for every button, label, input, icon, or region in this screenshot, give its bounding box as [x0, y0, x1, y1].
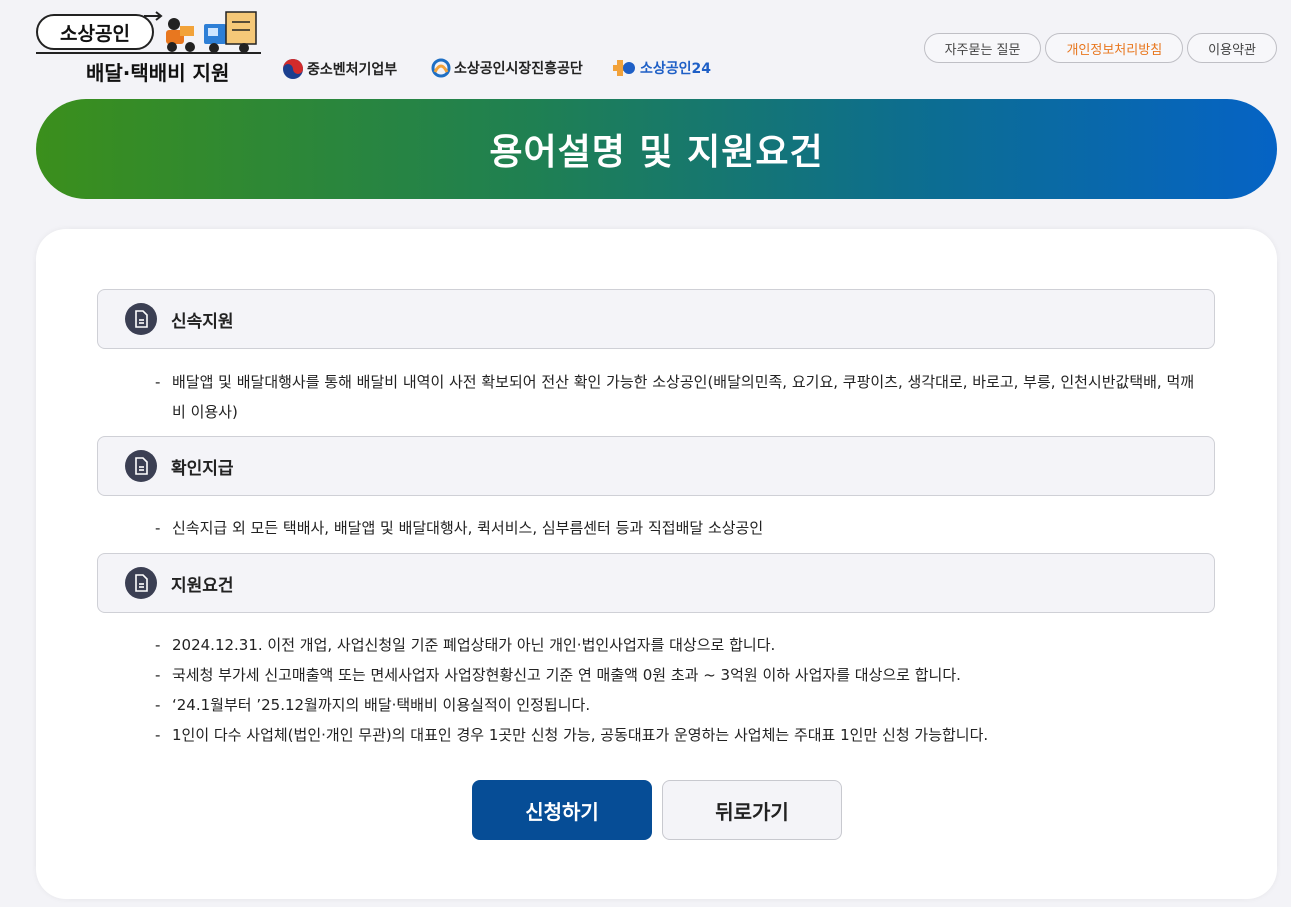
- list-item: - 배달앱 및 배달대행사를 통해 배달비 내역이 사전 확보되어 전산 확인 가…: [155, 367, 1195, 427]
- section-title: 신속지원: [171, 311, 234, 332]
- list-item: - ‘24.1월부터 ’25.12월까지의 배달·택배비 이용실적이 인정됩니다.: [155, 690, 1195, 720]
- faq-link[interactable]: 자주묻는 질문: [923, 33, 1042, 63]
- section-list-quick-support: - 배달앱 및 배달대행사를 통해 배달비 내역이 사전 확보되어 전산 확인 가…: [155, 367, 1195, 427]
- list-item-text: ‘24.1월부터 ’25.12월까지의 배달·택배비 이용실적이 인정됩니다.: [172, 696, 591, 714]
- list-item: - 신속지급 외 모든 택배사, 배달앱 및 배달대행사, 퀵서비스, 심부름센터…: [155, 513, 1195, 543]
- org-mss[interactable]: 중소벤처기업부: [282, 58, 397, 80]
- top-links: 자주묻는 질문 개인정보처리방침 이용약관: [923, 33, 1277, 63]
- list-item: -2024.12.31. 이전 개업, 사업신청일 기준 폐업상태가 아닌 개인…: [155, 630, 1195, 660]
- content-card: 신속지원 - 배달앱 및 배달대행사를 통해 배달비 내역이 사전 확보되어 전산…: [36, 229, 1277, 899]
- logo-arrow-icon: [144, 11, 163, 21]
- document-icon: [125, 567, 157, 599]
- list-dash: -: [155, 666, 161, 684]
- org-semas-label: 소상공인시장진흥공단: [454, 61, 583, 77]
- apply-button[interactable]: 신청하기: [472, 780, 652, 840]
- logo-divider: [36, 52, 261, 54]
- list-item-text: 신속지급 외 모든 택배사, 배달앱 및 배달대행사, 퀵서비스, 심부름센터 …: [172, 519, 764, 537]
- semas-logo-icon: [431, 58, 451, 78]
- org-sbiz24-label: 소상공인24: [640, 61, 712, 77]
- taegeuk-icon: [283, 59, 303, 79]
- section-list-requirements: -2024.12.31. 이전 개업, 사업신청일 기준 폐업상태가 아닌 개인…: [155, 630, 1195, 750]
- section-list-confirm-payment: - 신속지급 외 모든 택배사, 배달앱 및 배달대행사, 퀵서비스, 심부름센터…: [155, 513, 1195, 543]
- logo-top-label: 소상공인: [36, 14, 154, 50]
- list-dash: -: [155, 696, 161, 714]
- list-dash: -: [155, 726, 161, 744]
- document-icon: [125, 303, 157, 335]
- org-semas[interactable]: 소상공인시장진흥공단: [431, 58, 583, 78]
- delivery-truck-icon: [166, 11, 257, 53]
- page-title: 용어설명 및 지원요건: [489, 132, 824, 173]
- privacy-policy-link[interactable]: 개인정보처리방침: [1045, 33, 1184, 63]
- document-icon: [125, 450, 157, 482]
- section-title: 지원요건: [171, 575, 234, 596]
- logo-sub-label: 배달·택배비 지원: [86, 61, 230, 85]
- site-logo[interactable]: 소상공인 배달·택배비 지원: [36, 10, 268, 86]
- section-title: 확인지급: [171, 458, 234, 479]
- list-dash: -: [155, 636, 161, 654]
- section-header-confirm-payment: 확인지급: [97, 436, 1215, 496]
- page-banner: 용어설명 및 지원요건: [36, 99, 1277, 199]
- list-item-text: 국세청 부가세 신고매출액 또는 면세사업자 사업장현황신고 기준 연 매출액 …: [172, 666, 961, 684]
- list-item-text: 1인이 다수 사업체(법인·개인 무관)의 대표인 경우 1곳만 신청 가능, …: [172, 726, 989, 744]
- back-button[interactable]: 뒤로가기: [662, 780, 842, 840]
- section-header-requirements: 지원요건: [97, 553, 1215, 613]
- section-header-quick-support: 신속지원: [97, 289, 1215, 349]
- list-item: - 국세청 부가세 신고매출액 또는 면세사업자 사업장현황신고 기준 연 매출액…: [155, 660, 1195, 690]
- list-item-text: 배달앱 및 배달대행사를 통해 배달비 내역이 사전 확보되어 전산 확인 가능…: [172, 373, 1195, 421]
- terms-link[interactable]: 이용약관: [1187, 33, 1277, 63]
- org-mss-label: 중소벤처기업부: [307, 62, 398, 78]
- list-dash: -: [155, 373, 161, 391]
- sbiz24-logo-icon: [613, 60, 635, 76]
- list-item-text: 2024.12.31. 이전 개업, 사업신청일 기준 폐업상태가 아닌 개인·…: [172, 636, 776, 654]
- list-item: -1인이 다수 사업체(법인·개인 무관)의 대표인 경우 1곳만 신청 가능,…: [155, 720, 1195, 750]
- list-dash: -: [155, 519, 161, 537]
- org-sbiz24[interactable]: 소상공인24: [613, 58, 711, 78]
